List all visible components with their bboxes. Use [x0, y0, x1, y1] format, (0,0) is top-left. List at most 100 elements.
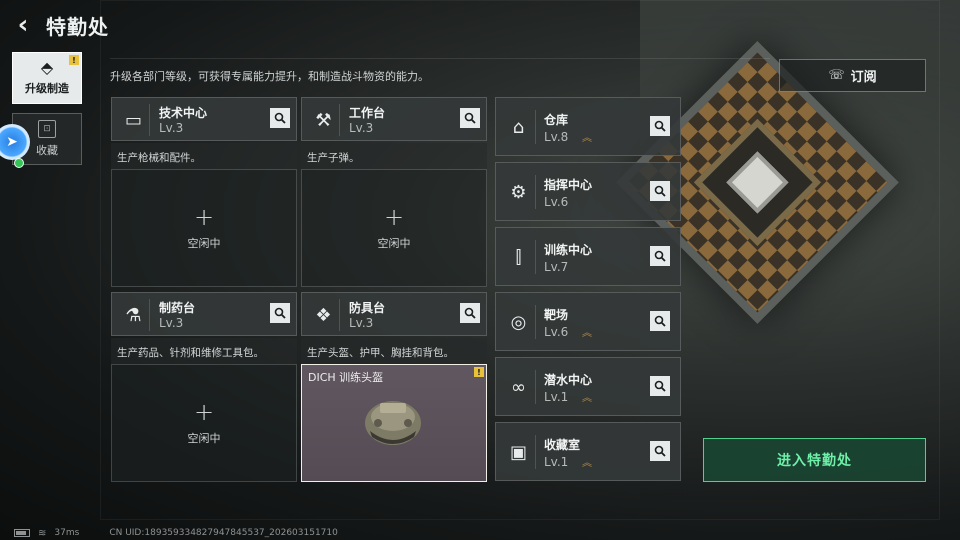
subscribe-icon: ☏ — [828, 68, 845, 83]
page-title: 特勤处 — [46, 14, 109, 39]
target-icon: ◎ — [502, 305, 536, 339]
battery-icon — [14, 529, 30, 537]
room-command-center[interactable]: ⚙ 指挥中心 Lv.6 — [495, 162, 681, 221]
alert-badge: ! — [69, 55, 79, 65]
upgrade-available-icon: ︽ — [582, 328, 592, 339]
header: ‹ 特勤处 — [12, 8, 109, 42]
craft-slot[interactable]: + 空闲中 — [111, 364, 297, 482]
upgrade-available-icon: ︽ — [582, 133, 592, 144]
room-level: Lv.8 — [544, 130, 569, 144]
helmet-icon — [365, 401, 421, 445]
upgrade-available-icon: ︽ — [582, 393, 592, 404]
facility-level: Lv.3 — [159, 121, 184, 135]
search-button[interactable] — [460, 303, 480, 323]
facility-description: 生产子弹。 — [301, 143, 487, 169]
search-button[interactable] — [650, 181, 670, 201]
subscribe-label: 订阅 — [850, 70, 877, 85]
facility-workbench[interactable]: ⚒ 工作台 Lv.3 — [301, 97, 487, 141]
room-level: Lv.6 — [544, 195, 569, 209]
room-name: 收藏室 — [544, 438, 581, 452]
ping-value: 37ms — [54, 528, 80, 538]
slot-status: 空闲中 — [377, 237, 411, 250]
room-level: Lv.6 — [544, 325, 569, 339]
nav-upgrade-craft[interactable]: ! ⬘ 升级制造 — [12, 52, 82, 104]
room-shooting-range[interactable]: ◎ 靶场 Lv.6 ︽ — [495, 292, 681, 351]
facility-armor-bench[interactable]: ❖ 防具台 Lv.3 — [301, 292, 487, 336]
wifi-icon: ≋ — [38, 527, 47, 539]
header-divider — [110, 58, 770, 59]
search-icon — [464, 307, 476, 319]
nav-label: 升级制造 — [25, 82, 69, 95]
search-button[interactable] — [460, 108, 480, 128]
search-icon — [654, 315, 666, 327]
search-button[interactable] — [650, 376, 670, 396]
diving-mask-icon: ∞ — [502, 370, 536, 404]
room-name: 指挥中心 — [544, 178, 593, 192]
plus-icon: + — [193, 398, 215, 426]
room-level: Lv.7 — [544, 260, 569, 274]
search-icon — [654, 185, 666, 197]
facility-name: 工作台 — [349, 106, 386, 120]
enter-special-ops-button[interactable]: 进入特勤处 — [703, 438, 926, 482]
facility-description: 生产头盔、护甲、胸挂和背包。 — [301, 338, 487, 364]
room-diving-center[interactable]: ∞ 潜水中心 Lv.1 ︽ — [495, 357, 681, 416]
facility-name: 技术中心 — [159, 106, 208, 120]
facility-name: 防具台 — [349, 301, 386, 315]
facility-tech-center[interactable]: ▭ 技术中心 Lv.3 — [111, 97, 297, 141]
room-name: 训练中心 — [544, 243, 593, 257]
search-icon — [654, 445, 666, 457]
search-button[interactable] — [650, 311, 670, 331]
search-icon — [654, 380, 666, 392]
back-arrow-icon[interactable]: ‹ — [12, 12, 34, 38]
search-icon — [464, 112, 476, 124]
dumbbell-icon: ⫿ — [502, 240, 536, 274]
room-level: Lv.1 — [544, 390, 569, 404]
room-name: 潜水中心 — [544, 373, 593, 387]
search-button[interactable] — [650, 116, 670, 136]
chip-icon: ⚙ — [502, 175, 536, 209]
search-button[interactable] — [270, 108, 290, 128]
subscribe-button[interactable]: ☏ 订阅 — [779, 59, 926, 92]
wifi-status-icon — [14, 158, 24, 168]
tools-icon: ⚒ — [308, 104, 340, 136]
search-icon — [654, 120, 666, 132]
enter-label: 进入特勤处 — [777, 453, 852, 469]
facility-description: 生产枪械和配件。 — [111, 143, 297, 169]
nav-label: 收藏 — [36, 144, 58, 157]
plus-icon: + — [383, 203, 405, 231]
facility-level: Lv.3 — [159, 316, 184, 330]
search-button[interactable] — [270, 303, 290, 323]
plus-icon: + — [193, 203, 215, 231]
room-name: 仓库 — [544, 113, 569, 127]
computer-icon: ▭ — [118, 104, 150, 136]
page-subtitle: 升级各部门等级，可获得专属能力提升，和制造战斗物资的能力。 — [110, 70, 429, 83]
alert-badge: ! — [474, 367, 484, 377]
craft-slot[interactable]: + 空闲中 — [301, 169, 487, 287]
facility-level: Lv.3 — [349, 316, 374, 330]
room-training-center[interactable]: ⫿ 训练中心 Lv.7 — [495, 227, 681, 286]
display-case-icon: ▣ — [502, 435, 536, 469]
search-button[interactable] — [650, 246, 670, 266]
room-level: Lv.1 — [544, 455, 569, 469]
slot-status: 空闲中 — [187, 237, 221, 250]
facility-pharmacy[interactable]: ⚗ 制药台 Lv.3 — [111, 292, 297, 336]
armor-icon: ❖ — [308, 299, 340, 331]
craft-slot[interactable]: + 空闲中 — [111, 169, 297, 287]
search-icon — [274, 307, 286, 319]
user-uid: CN UID:18935933482794784553​7_2026031517… — [109, 528, 338, 538]
facility-level: Lv.3 — [349, 121, 374, 135]
facility-description: 生产药品、针剂和维修工具包。 — [111, 338, 297, 364]
search-icon — [654, 250, 666, 262]
crafting-item-slot[interactable]: DICH 训练头盔 ! — [301, 364, 487, 482]
room-collection-room[interactable]: ▣ 收藏室 Lv.1 ︽ — [495, 422, 681, 481]
item-name: DICH 训练头盔 — [308, 371, 384, 384]
slot-status: 空闲中 — [187, 432, 221, 445]
status-footer: ≋ 37ms CN UID:18935933482794784553​7_202… — [14, 526, 338, 540]
warehouse-icon: ⌂ — [502, 110, 536, 144]
room-warehouse[interactable]: ⌂ 仓库 Lv.8 ︽ — [495, 97, 681, 156]
search-button[interactable] — [650, 441, 670, 461]
room-name: 靶场 — [544, 308, 569, 322]
upgrade-available-icon: ︽ — [582, 458, 592, 469]
microscope-icon: ⚗ — [118, 299, 150, 331]
collection-icon: ⊡ — [38, 120, 56, 138]
